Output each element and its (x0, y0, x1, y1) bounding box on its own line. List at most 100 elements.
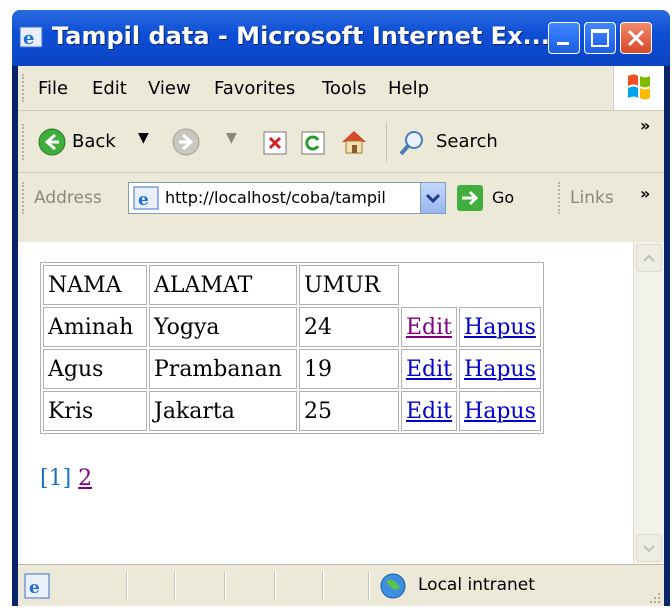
standard-toolbar: Back ▼ ▼ Search » (18, 112, 664, 173)
maximize-button[interactable] (584, 22, 616, 54)
svg-text:e: e (29, 578, 40, 598)
vertical-scrollbar[interactable] (633, 242, 664, 564)
links-overflow-chevron[interactable]: » (640, 184, 650, 203)
menu-file[interactable]: File (38, 78, 68, 99)
title-bar[interactable]: e Tampil data - Microsoft Internet Ex... (12, 10, 670, 66)
menu-grip[interactable] (22, 74, 27, 102)
maximize-icon (591, 29, 609, 47)
address-bar: Address e http://localhost/coba/tampil G… (18, 174, 664, 224)
cell-nama: Kris (43, 391, 147, 431)
back-button[interactable]: Back ▼ (36, 122, 162, 162)
cell-hapus: Hapus (459, 307, 541, 347)
table-row: Agus Prambanan 19 Edit Hapus (43, 349, 541, 389)
page-link-2[interactable]: 2 (78, 466, 92, 491)
browser-chrome: File Edit View Favorites Tools Help Back… (18, 66, 664, 242)
page-icon: e (133, 186, 159, 210)
status-separator (274, 571, 276, 601)
refresh-icon[interactable] (300, 130, 326, 156)
address-url: http://localhost/coba/tampil (165, 188, 386, 207)
table-row: Kris Jakarta 25 Edit Hapus (43, 391, 541, 431)
cell-nama: Agus (43, 349, 147, 389)
forward-button[interactable]: ▼ (170, 122, 254, 162)
chevron-up-icon (643, 254, 655, 262)
forward-dropdown-arrow[interactable]: ▼ (226, 130, 237, 146)
header-nama: NAMA (43, 265, 147, 305)
scroll-up-button[interactable] (636, 244, 662, 272)
menu-help[interactable]: Help (388, 78, 429, 99)
chevron-down-icon (643, 545, 655, 553)
edit-link[interactable]: Edit (406, 399, 452, 424)
stop-icon[interactable] (262, 130, 288, 156)
address-dropdown-button[interactable] (420, 183, 445, 213)
status-separator (368, 571, 370, 601)
search-label: Search (436, 131, 498, 152)
cell-umur: 19 (299, 349, 399, 389)
hapus-link[interactable]: Hapus (464, 315, 536, 340)
cell-edit: Edit (401, 307, 458, 347)
back-icon (38, 128, 66, 156)
status-separator (174, 571, 176, 601)
status-bar: e Local intranet (18, 564, 664, 606)
back-dropdown-arrow[interactable]: ▼ (138, 130, 149, 146)
links-grip[interactable] (558, 182, 563, 214)
browser-window: e Tampil data - Microsoft Internet Ex...… (12, 10, 670, 606)
cell-hapus: Hapus (459, 391, 541, 431)
toolbar-overflow-chevron[interactable]: » (640, 116, 650, 135)
menu-edit[interactable]: Edit (92, 78, 127, 99)
page-icon: e (24, 573, 50, 599)
menu-tools[interactable]: Tools (322, 78, 366, 99)
scroll-down-button[interactable] (636, 534, 662, 562)
intranet-icon (380, 573, 406, 599)
close-button[interactable] (620, 22, 652, 54)
menu-view[interactable]: View (148, 78, 191, 99)
resize-grip-icon[interactable] (646, 589, 662, 605)
go-label: Go (492, 188, 515, 207)
current-page: [1] (40, 466, 72, 491)
table-row: Aminah Yogya 24 Edit Hapus (43, 307, 541, 347)
address-grip[interactable] (22, 182, 27, 214)
header-umur: UMUR (299, 265, 399, 305)
cell-edit: Edit (401, 349, 458, 389)
header-empty (401, 265, 457, 305)
windows-logo (613, 66, 664, 110)
chevron-down-icon (425, 193, 441, 204)
menu-bar: File Edit View Favorites Tools Help (18, 66, 664, 111)
minimize-icon (557, 42, 569, 45)
page-content: NAMA ALAMAT UMUR Aminah Yogya 24 Edit Ha… (18, 242, 664, 564)
forward-icon (172, 128, 200, 156)
go-button[interactable]: Go (454, 182, 536, 214)
cell-alamat: Prambanan (149, 349, 297, 389)
search-button[interactable]: Search (396, 122, 526, 162)
svg-text:e: e (138, 190, 149, 210)
hapus-link[interactable]: Hapus (464, 399, 536, 424)
cell-nama: Aminah (43, 307, 147, 347)
menu-favorites[interactable]: Favorites (214, 78, 295, 99)
hapus-link[interactable]: Hapus (464, 357, 536, 382)
toolbar-grip[interactable] (22, 124, 27, 160)
data-table: NAMA ALAMAT UMUR Aminah Yogya 24 Edit Ha… (40, 262, 544, 434)
cell-alamat: Yogya (149, 307, 297, 347)
minimize-button[interactable] (548, 22, 580, 54)
cell-umur: 24 (299, 307, 399, 347)
ie-icon: e (19, 26, 43, 49)
cell-umur: 25 (299, 391, 399, 431)
back-label: Back (72, 131, 116, 152)
table-header-row: NAMA ALAMAT UMUR (43, 265, 541, 305)
pagination: [1] 2 (40, 466, 92, 491)
cell-hapus: Hapus (459, 349, 541, 389)
status-separator (322, 571, 324, 601)
edit-link[interactable]: Edit (406, 357, 452, 382)
home-icon[interactable] (338, 126, 370, 158)
window-title: Tampil data - Microsoft Internet Ex... (52, 22, 550, 50)
toolbar-separator (386, 122, 387, 162)
address-label: Address (34, 188, 102, 208)
svg-text:e: e (23, 28, 34, 49)
cell-edit: Edit (401, 391, 458, 431)
header-alamat: ALAMAT (149, 265, 297, 305)
address-input[interactable]: e http://localhost/coba/tampil (128, 182, 446, 214)
cell-alamat: Jakarta (149, 391, 297, 431)
links-label[interactable]: Links (570, 188, 614, 208)
edit-link[interactable]: Edit (406, 315, 452, 340)
go-icon (457, 185, 483, 211)
windows-logo-icon (628, 74, 650, 100)
